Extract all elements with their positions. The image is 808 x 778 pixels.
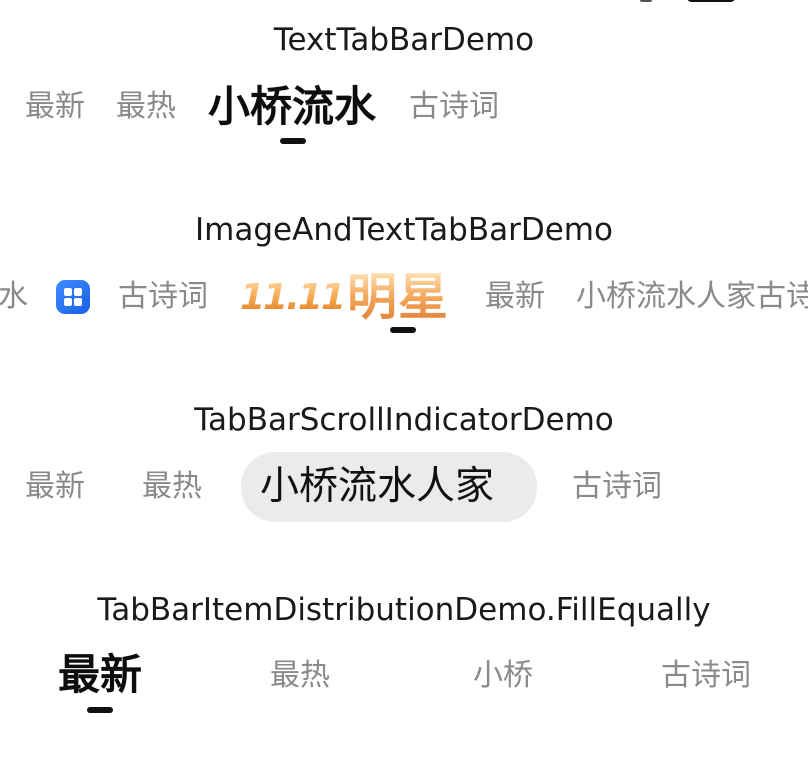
tab-promo-star[interactable]: 明星: [347, 272, 449, 322]
status-bar-signal-icon: [640, 0, 652, 2]
tab-water-partial[interactable]: 水: [0, 282, 28, 312]
tab-poetry[interactable]: 古诗词: [661, 661, 751, 691]
tab-newest[interactable]: 最新: [25, 472, 85, 502]
grid-app-icon[interactable]: [56, 280, 90, 314]
tab-hottest[interactable]: 最热: [270, 661, 330, 691]
tab-poetry[interactable]: 古诗词: [118, 282, 208, 312]
tab-newest[interactable]: 最新: [25, 92, 85, 122]
tab-hottest[interactable]: 最热: [142, 472, 202, 502]
tab-indicator: [280, 138, 306, 144]
tab-bridge-water-family[interactable]: 小桥流水人家: [260, 467, 494, 506]
tab-bridge[interactable]: 小桥: [473, 661, 533, 691]
section-title-text-tab-bar: TextTabBarDemo: [273, 22, 535, 58]
tab-promo-1111[interactable]: 11.11: [240, 280, 346, 316]
tab-bridge-water[interactable]: 小桥流水: [208, 86, 376, 128]
tab-poetry[interactable]: 古诗词: [572, 472, 662, 502]
section-title-fill-equally-tab-bar: TabBarItemDistributionDemo.FillEqually: [97, 592, 711, 628]
tab-bridge-water-family-poetry[interactable]: 小桥流水人家古诗: [576, 282, 808, 312]
tab-poetry[interactable]: 古诗词: [409, 92, 499, 122]
section-title-image-text-tab-bar: ImageAndTextTabBarDemo: [195, 212, 613, 248]
tab-indicator: [390, 327, 416, 333]
tab-hottest[interactable]: 最热: [116, 92, 176, 122]
tab-newest[interactable]: 最新: [58, 654, 142, 696]
status-bar-battery-icon: [686, 0, 736, 2]
tab-indicator: [87, 707, 113, 713]
tab-newest[interactable]: 最新: [485, 282, 545, 312]
section-title-scroll-indicator-tab-bar: TabBarScrollIndicatorDemo: [194, 402, 614, 438]
